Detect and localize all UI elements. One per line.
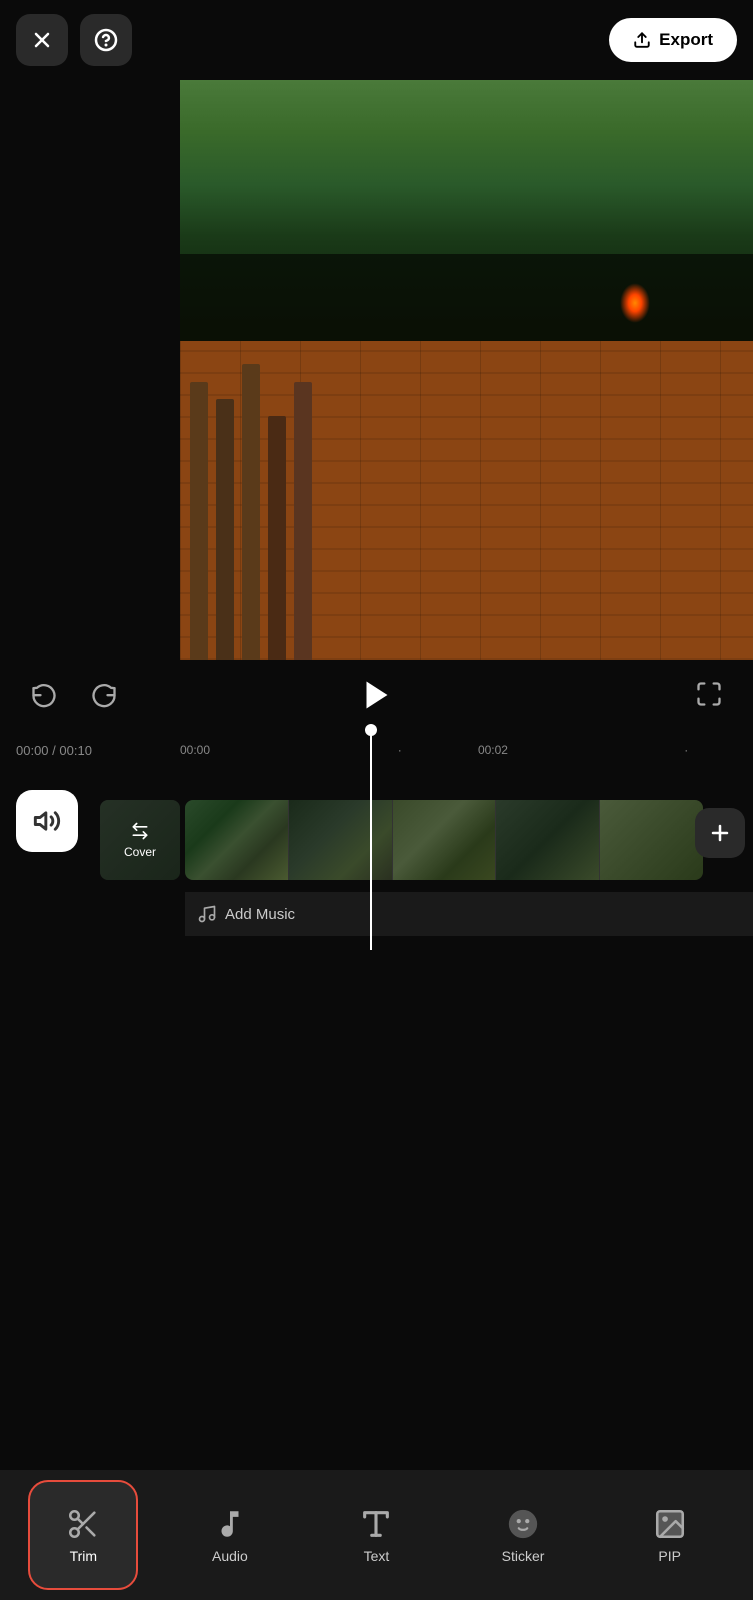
timeline-header: 00:00 / 00:10 00:00 · 00:02 · [0,730,753,770]
play-icon [359,677,395,713]
audio-tool[interactable]: Audio [175,1480,285,1590]
fullscreen-icon [695,680,723,708]
pip-photo-icon [653,1507,687,1541]
text-label: Text [364,1548,390,1564]
strip-segment-4 [496,800,600,880]
trim-icon [65,1506,101,1542]
dot-marker-2: · [684,743,688,757]
timeline-markers: 00:00 · 00:02 · [180,730,753,770]
audio-label: Audio [212,1548,248,1564]
pip-tool[interactable]: PIP [615,1480,725,1590]
sticker-face-icon [506,1507,540,1541]
redo-button[interactable] [80,670,128,721]
add-music-label: Add Music [225,906,295,923]
video-lantern [620,283,650,323]
text-tool[interactable]: Text [321,1480,431,1590]
current-time: 00:00 [16,743,49,758]
trim-tool[interactable]: Trim [28,1480,138,1590]
header: Export [0,0,753,80]
add-music-bar[interactable]: Add Music [185,892,753,936]
text-icon [358,1506,394,1542]
swap-icon [130,821,150,841]
music-note-icon [197,904,217,924]
volume-button[interactable] [16,790,78,852]
playhead [370,730,372,950]
add-clip-icon [708,821,732,845]
export-icon [633,31,651,49]
video-background [180,80,753,660]
sticker-label: Sticker [502,1548,545,1564]
add-clip-button[interactable] [695,808,745,858]
export-label: Export [659,30,713,50]
strip-segment-2 [289,800,393,880]
close-button[interactable] [16,14,68,66]
dot-marker: · [398,743,402,757]
trim-label: Trim [70,1548,97,1564]
bottom-toolbar: Trim Audio Text [0,1470,753,1600]
video-fence [180,312,438,660]
left-sidebar [0,80,180,1470]
undo-icon [30,680,58,708]
text-t-icon [359,1507,393,1541]
redo-icon [90,680,118,708]
header-left [16,14,132,66]
time-display: 00:00 / 00:10 [16,743,92,758]
strip-segment-1 [185,800,289,880]
cover-clip[interactable]: Cover [100,800,180,880]
scissors-icon [66,1507,100,1541]
sticker-icon [505,1506,541,1542]
cover-label: Cover [124,845,156,859]
fullscreen-button[interactable] [685,670,733,721]
playback-controls [0,660,753,730]
undo-button[interactable] [20,670,68,721]
total-time: 00:10 [59,743,92,758]
video-strip[interactable] [185,800,703,880]
export-button[interactable]: Export [609,18,737,62]
marker-2: 00:02 [478,743,508,757]
sticker-tool[interactable]: Sticker [468,1480,578,1590]
audio-note-icon [213,1507,247,1541]
volume-icon [33,807,61,835]
strip-segment-3 [393,800,497,880]
help-button[interactable] [80,14,132,66]
audio-icon [212,1506,248,1542]
marker-0: 00:00 [180,743,210,757]
play-button[interactable] [352,670,402,720]
pip-icon [652,1506,688,1542]
video-preview [180,80,753,660]
strip-segment-5 [600,800,703,880]
pip-label: PIP [658,1548,681,1564]
